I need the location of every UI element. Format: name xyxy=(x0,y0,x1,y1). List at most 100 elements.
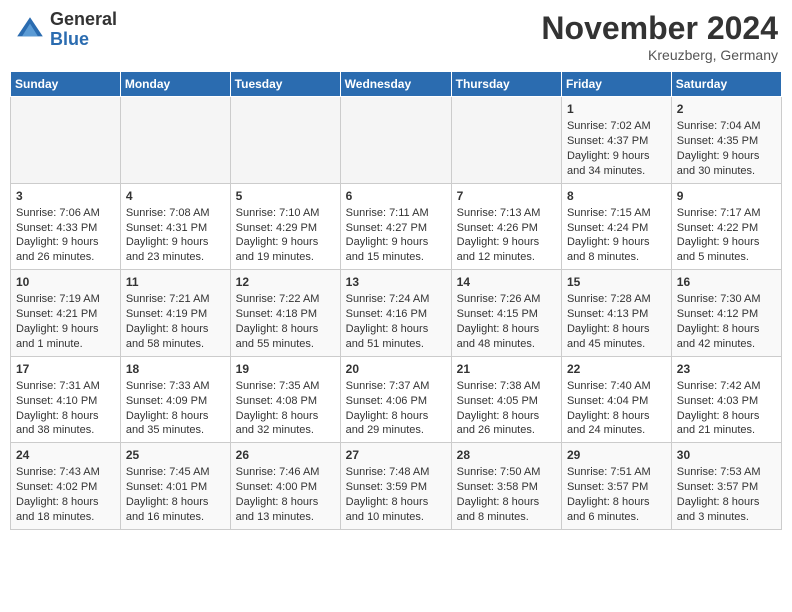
day-info: Daylight: 8 hours and 32 minutes. xyxy=(236,409,335,439)
day-number: 27 xyxy=(346,447,446,463)
day-info: Sunrise: 7:37 AM xyxy=(346,379,446,394)
day-number: 20 xyxy=(346,361,446,377)
day-info: Sunrise: 7:06 AM xyxy=(16,206,115,221)
day-number: 14 xyxy=(457,274,556,290)
calendar-day-cell: 11Sunrise: 7:21 AMSunset: 4:19 PMDayligh… xyxy=(120,270,230,357)
day-info: Sunrise: 7:24 AM xyxy=(346,292,446,307)
calendar-header-cell: Sunday xyxy=(11,72,121,97)
calendar-day-cell: 19Sunrise: 7:35 AMSunset: 4:08 PMDayligh… xyxy=(230,356,340,443)
day-info: Sunrise: 7:50 AM xyxy=(457,465,556,480)
day-number: 10 xyxy=(16,274,115,290)
calendar-header-cell: Tuesday xyxy=(230,72,340,97)
day-info: Daylight: 9 hours and 15 minutes. xyxy=(346,235,446,265)
day-info: Sunrise: 7:10 AM xyxy=(236,206,335,221)
day-info: Sunrise: 7:33 AM xyxy=(126,379,225,394)
day-info: Sunset: 4:19 PM xyxy=(126,307,225,322)
day-number: 12 xyxy=(236,274,335,290)
day-info: Daylight: 9 hours and 30 minutes. xyxy=(677,149,776,179)
day-info: Daylight: 8 hours and 45 minutes. xyxy=(567,322,666,352)
day-info: Sunset: 4:12 PM xyxy=(677,307,776,322)
calendar-day-cell: 20Sunrise: 7:37 AMSunset: 4:06 PMDayligh… xyxy=(340,356,451,443)
calendar-day-cell: 28Sunrise: 7:50 AMSunset: 3:58 PMDayligh… xyxy=(451,443,561,530)
day-info: Sunset: 4:00 PM xyxy=(236,480,335,495)
calendar-day-cell: 10Sunrise: 7:19 AMSunset: 4:21 PMDayligh… xyxy=(11,270,121,357)
day-number: 2 xyxy=(677,101,776,117)
day-info: Sunrise: 7:35 AM xyxy=(236,379,335,394)
calendar-day-cell: 24Sunrise: 7:43 AMSunset: 4:02 PMDayligh… xyxy=(11,443,121,530)
calendar-day-cell: 29 Sunrise: 7:51 AMSunset: 3:57 PMDayligh… xyxy=(561,443,671,530)
day-info: Sunrise: 7:38 AM xyxy=(457,379,556,394)
day-info: Daylight: 8 hours and 6 minutes. xyxy=(567,495,666,525)
day-number: 4 xyxy=(126,188,225,204)
day-info: Sunrise: 7:11 AM xyxy=(346,206,446,221)
day-info: Daylight: 9 hours and 12 minutes. xyxy=(457,235,556,265)
day-info: Daylight: 9 hours and 26 minutes. xyxy=(16,235,115,265)
day-number: 6 xyxy=(346,188,446,204)
day-number: 9 xyxy=(677,188,776,204)
calendar-table: SundayMondayTuesdayWednesdayThursdayFrid… xyxy=(10,71,782,530)
day-info: Sunrise: 7:02 AM xyxy=(567,119,666,134)
calendar-day-cell: 6 Sunrise: 7:11 AMSunset: 4:27 PMDaylight… xyxy=(340,183,451,270)
day-info: Sunrise: 7:26 AM xyxy=(457,292,556,307)
day-info: Sunrise: 7:45 AM xyxy=(126,465,225,480)
day-info: Sunset: 4:27 PM xyxy=(346,221,446,236)
day-info: Daylight: 9 hours and 19 minutes. xyxy=(236,235,335,265)
day-number: 16 xyxy=(677,274,776,290)
day-info: Daylight: 8 hours and 18 minutes. xyxy=(16,495,115,525)
day-number: 13 xyxy=(346,274,446,290)
day-info: Sunrise: 7:22 AM xyxy=(236,292,335,307)
day-info: Daylight: 9 hours and 23 minutes. xyxy=(126,235,225,265)
logo-line1: General xyxy=(50,10,117,30)
calendar-header-cell: Monday xyxy=(120,72,230,97)
calendar-day-cell: 1Sunrise: 7:02 AMSunset: 4:37 PMDaylight… xyxy=(561,97,671,184)
day-info: Sunrise: 7:31 AM xyxy=(16,379,115,394)
day-info: Daylight: 9 hours and 5 minutes. xyxy=(677,235,776,265)
day-number: 8 xyxy=(567,188,666,204)
calendar-day-cell: 7Sunrise: 7:13 AMSunset: 4:26 PMDaylight… xyxy=(451,183,561,270)
day-info: Daylight: 8 hours and 10 minutes. xyxy=(346,495,446,525)
calendar-day-cell: 14Sunrise: 7:26 AMSunset: 4:15 PMDayligh… xyxy=(451,270,561,357)
calendar-week-row: 10Sunrise: 7:19 AMSunset: 4:21 PMDayligh… xyxy=(11,270,782,357)
calendar-day-cell xyxy=(340,97,451,184)
calendar-day-cell: 13Sunrise: 7:24 AMSunset: 4:16 PMDayligh… xyxy=(340,270,451,357)
day-info: Sunrise: 7:51 AM xyxy=(567,465,666,480)
day-info: Sunrise: 7:42 AM xyxy=(677,379,776,394)
calendar-day-cell xyxy=(11,97,121,184)
day-info: Sunset: 4:18 PM xyxy=(236,307,335,322)
day-number: 29 xyxy=(567,447,666,463)
day-info: Sunrise: 7:48 AM xyxy=(346,465,446,480)
day-info: Sunset: 4:37 PM xyxy=(567,134,666,149)
day-info: Sunset: 4:03 PM xyxy=(677,394,776,409)
day-info: Sunset: 3:57 PM xyxy=(567,480,666,495)
calendar-header-cell: Wednesday xyxy=(340,72,451,97)
logo-icon xyxy=(14,14,46,46)
calendar-week-row: 3Sunrise: 7:06 AMSunset: 4:33 PMDaylight… xyxy=(11,183,782,270)
calendar-header-cell: Saturday xyxy=(671,72,781,97)
day-info: Sunset: 4:10 PM xyxy=(16,394,115,409)
calendar-body: 1 Sunrise: 7:02 AMSunset: 4:37 PM Daylight… xyxy=(11,97,782,530)
day-number: 26 xyxy=(236,447,335,463)
calendar-day-cell: 9Sunrise: 7:17 AMSunset: 4:22 PMDaylight… xyxy=(671,183,781,270)
day-info: Daylight: 8 hours and 29 minutes. xyxy=(346,409,446,439)
day-info: Sunset: 4:01 PM xyxy=(126,480,225,495)
calendar-header-cell: Friday xyxy=(561,72,671,97)
day-info: Daylight: 8 hours and 26 minutes. xyxy=(457,409,556,439)
calendar-day-cell: 18Sunrise: 7:33 AMSunset: 4:09 PMDayligh… xyxy=(120,356,230,443)
day-number: 25 xyxy=(126,447,225,463)
day-number: 1 xyxy=(567,101,666,117)
day-number: 19 xyxy=(236,361,335,377)
calendar-day-cell: 15Sunrise: 7:28 AMSunset: 4:13 PMDayligh… xyxy=(561,270,671,357)
day-info: Sunset: 4:33 PM xyxy=(16,221,115,236)
day-number: 5 xyxy=(236,188,335,204)
day-number: 3 xyxy=(16,188,115,204)
calendar-week-row: 1 Sunrise: 7:02 AMSunset: 4:37 PM Daylight… xyxy=(11,97,782,184)
day-info: Sunset: 4:09 PM xyxy=(126,394,225,409)
day-number: 22 xyxy=(567,361,666,377)
day-info: Sunrise: 7:21 AM xyxy=(126,292,225,307)
calendar-day-cell: 26Sunrise: 7:46 AMSunset: 4:00 PMDayligh… xyxy=(230,443,340,530)
day-info: Sunrise: 7:15 AM xyxy=(567,206,666,221)
calendar-day-cell: 4Sunrise: 7:08 AMSunset: 4:31 PMDaylight… xyxy=(120,183,230,270)
calendar-header-cell: Thursday xyxy=(451,72,561,97)
calendar-day-cell xyxy=(451,97,561,184)
logo: General Blue xyxy=(14,10,117,50)
